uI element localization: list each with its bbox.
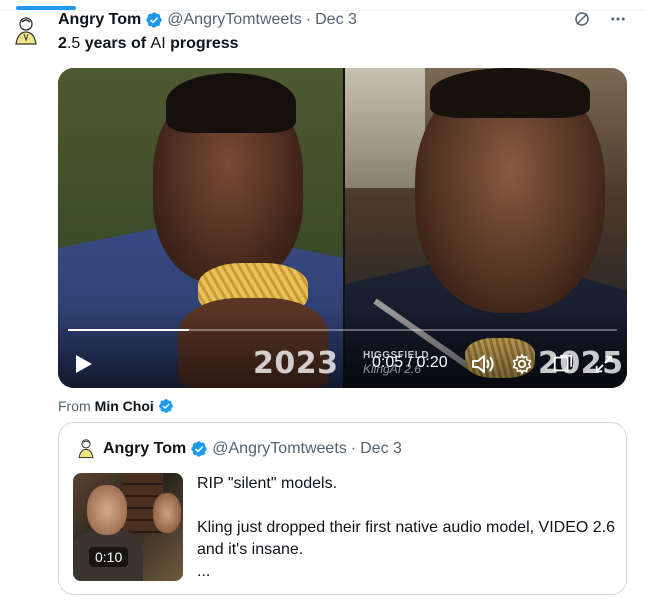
avatar[interactable] [10, 14, 42, 46]
verified-badge-icon [158, 399, 173, 413]
quoted-tweet[interactable]: Angry Tom @AngryTomtweets · Dec 3 0:10 R… [58, 422, 627, 595]
from-name[interactable]: Min Choi [95, 398, 154, 414]
progress-bar[interactable] [68, 329, 617, 331]
grok-icon[interactable] [573, 10, 591, 28]
from-attribution: From Min Choi [58, 398, 178, 414]
author-name[interactable]: Angry Tom [58, 10, 141, 30]
volume-icon[interactable] [470, 352, 496, 376]
fullscreen-icon[interactable] [593, 353, 615, 375]
tweet-text-part: years of [84, 35, 151, 52]
verified-badge-icon [191, 441, 207, 457]
quote-author-name: Angry Tom [103, 440, 187, 457]
pip-icon[interactable] [552, 353, 574, 375]
quote-text-line: RIP "silent" models. [197, 475, 338, 492]
progress-fill [68, 329, 189, 331]
play-icon[interactable] [74, 353, 94, 375]
header-actions [573, 10, 627, 28]
settings-icon[interactable] [511, 353, 533, 375]
quote-avatar [78, 439, 94, 459]
quote-video-duration: 0:10 [89, 547, 129, 567]
quote-date: Dec 3 [360, 440, 402, 457]
tweet-text-part: AI [150, 35, 166, 52]
separator-dot: · [350, 440, 357, 457]
quote-author-handle: @AngryTomtweets [212, 440, 347, 457]
separator-dot: · [305, 11, 312, 28]
from-label: From [58, 398, 91, 414]
quote-text-line: ... [197, 563, 211, 580]
video-player[interactable]: 2023 HIGGSFIELD KlingAI 2.6 2025 0:05 / … [58, 68, 627, 388]
tweet-header: Angry Tom @AngryTomtweets · Dec 3 [58, 10, 357, 30]
quote-header: Angry Tom @AngryTomtweets · Dec 3 [103, 439, 402, 459]
tweet-text-part: 2 [58, 35, 67, 52]
tweet-text: 2.5 years of AI progress [58, 34, 239, 54]
quote-video-thumbnail[interactable]: 0:10 [73, 473, 183, 581]
more-icon[interactable] [609, 10, 627, 28]
quote-text-line: Kling just dropped their first native au… [197, 519, 615, 558]
author-handle[interactable]: @AngryTomtweets [167, 10, 302, 30]
quote-text: RIP "silent" models. Kling just dropped … [197, 473, 617, 583]
tweet-text-part: progress [165, 35, 239, 52]
tweet-date[interactable]: Dec 3 [315, 10, 357, 30]
tweet-text-part: .5 [66, 35, 85, 52]
timecode: 0:05 / 0:20 [372, 354, 448, 371]
year-label-left: 2023 [253, 346, 339, 381]
verified-badge-icon [146, 12, 162, 28]
